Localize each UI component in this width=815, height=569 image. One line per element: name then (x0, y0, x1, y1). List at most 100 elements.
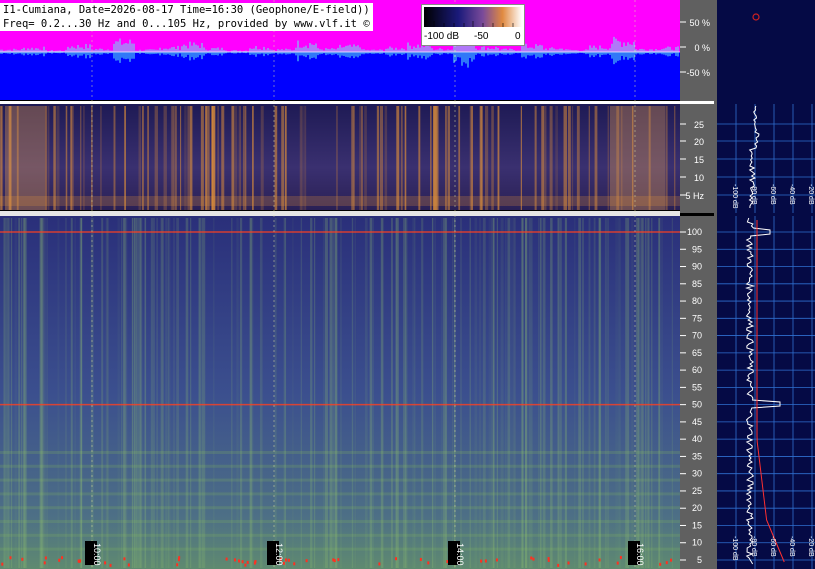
spectrum-low-x-label: -80 dB (750, 184, 757, 205)
low-streak (458, 106, 461, 210)
high-freq-tick-label: 80 (692, 296, 702, 306)
high-streak (14, 218, 18, 568)
colorbar-max-label: 0 (515, 31, 521, 42)
high-streak (521, 218, 524, 568)
low-energy-spot (659, 562, 662, 566)
high-streak (671, 218, 673, 568)
high-streak (544, 218, 546, 568)
low-streak (336, 106, 338, 210)
low-freq-tick-label: 10 (694, 173, 704, 183)
high-freq-tick-label: 60 (692, 365, 702, 375)
low-freq-tick-label: 20 (694, 137, 704, 147)
high-streak (488, 218, 492, 568)
low-streak (154, 106, 158, 210)
panel-separator-2 (0, 211, 680, 216)
high-streak (65, 218, 67, 568)
high-streak (310, 218, 313, 568)
low-streak (71, 106, 74, 210)
low-energy-spot (21, 557, 24, 561)
high-streak (565, 218, 567, 568)
low-energy-spot (254, 560, 257, 564)
low-freq-tick-label: 5 Hz (685, 191, 704, 201)
high-streak (292, 218, 294, 568)
low-streak (674, 106, 676, 210)
low-streak (281, 106, 285, 210)
low-streak (138, 106, 142, 210)
low-streak (65, 106, 68, 210)
time-label: 12:00 (274, 543, 284, 566)
high-streak (176, 218, 179, 568)
low-streak (361, 106, 363, 210)
high-streak (529, 218, 533, 568)
high-streak (511, 218, 513, 568)
low-streak (187, 106, 190, 210)
low-energy-spot (225, 557, 228, 561)
high-streak (249, 218, 251, 568)
low-streak (82, 106, 85, 210)
low-streak (396, 106, 400, 210)
high-streak (431, 218, 434, 568)
low-streak (563, 106, 567, 210)
high-streak (239, 218, 243, 568)
spectrum-low-x-label: -40 dB (788, 184, 795, 205)
high-streak (80, 218, 83, 568)
high-streak (541, 218, 544, 568)
low-energy-spot (58, 558, 61, 562)
high-streak (167, 218, 171, 568)
low-streak (480, 106, 483, 210)
low-streak (555, 106, 558, 210)
low-streak (541, 106, 545, 210)
spectrogram-canvas: 50 %0 %-50 % 252015105 Hz 10095908580757… (0, 0, 815, 569)
low-streak (1, 106, 4, 210)
high-streak (538, 218, 540, 568)
low-energy-spot (547, 558, 550, 562)
high-streak (324, 218, 328, 568)
high-frequency-spectrogram (0, 216, 714, 569)
high-streak (581, 218, 584, 568)
high-streak (598, 218, 601, 568)
low-energy-spot (233, 558, 236, 562)
high-freq-tick-label: 100 (687, 227, 702, 237)
low-streak (234, 106, 238, 210)
low-streak (379, 106, 384, 210)
high-streak (134, 218, 138, 568)
high-streak (10, 218, 13, 568)
low-streak (174, 106, 177, 210)
low-streak (549, 106, 553, 210)
high-streak (507, 218, 511, 568)
high-streak (300, 218, 303, 568)
time-label: 10:00 (92, 543, 102, 566)
low-streak (364, 106, 367, 210)
low-streak (445, 106, 447, 210)
high-streak (573, 218, 576, 568)
low-streak (469, 106, 473, 210)
panel-separator (0, 101, 714, 104)
high-streak (391, 218, 393, 568)
high-freq-tick-label: 75 (692, 313, 702, 323)
high-streak (74, 218, 76, 568)
low-streak (163, 106, 167, 210)
low-streak (53, 106, 56, 210)
high-streak (505, 218, 507, 568)
high-streak (441, 218, 443, 568)
high-streak (231, 218, 233, 568)
low-energy-spot (670, 558, 673, 562)
high-streak (70, 218, 73, 568)
low-streak (484, 106, 489, 210)
high-streak (639, 218, 642, 568)
high-freq-tick-label: 40 (692, 434, 702, 444)
low-streak (665, 106, 667, 210)
high-streak (651, 218, 653, 568)
high-streak (578, 218, 582, 568)
low-streak (479, 106, 481, 210)
high-streak (396, 218, 399, 568)
high-streak (38, 218, 41, 568)
low-streak (567, 106, 571, 210)
high-streak (284, 218, 287, 568)
low-streak (430, 106, 432, 210)
high-streak (631, 218, 634, 568)
high-freq-tick-label: 15 (692, 520, 702, 530)
vlf-monitor-display: 50 % 0 % -50 % 25 20 15 10 5 Hz 100 95 90 85 80 75 7… (0, 0, 815, 569)
low-energy-spot (104, 561, 107, 565)
high-streak (412, 218, 415, 568)
